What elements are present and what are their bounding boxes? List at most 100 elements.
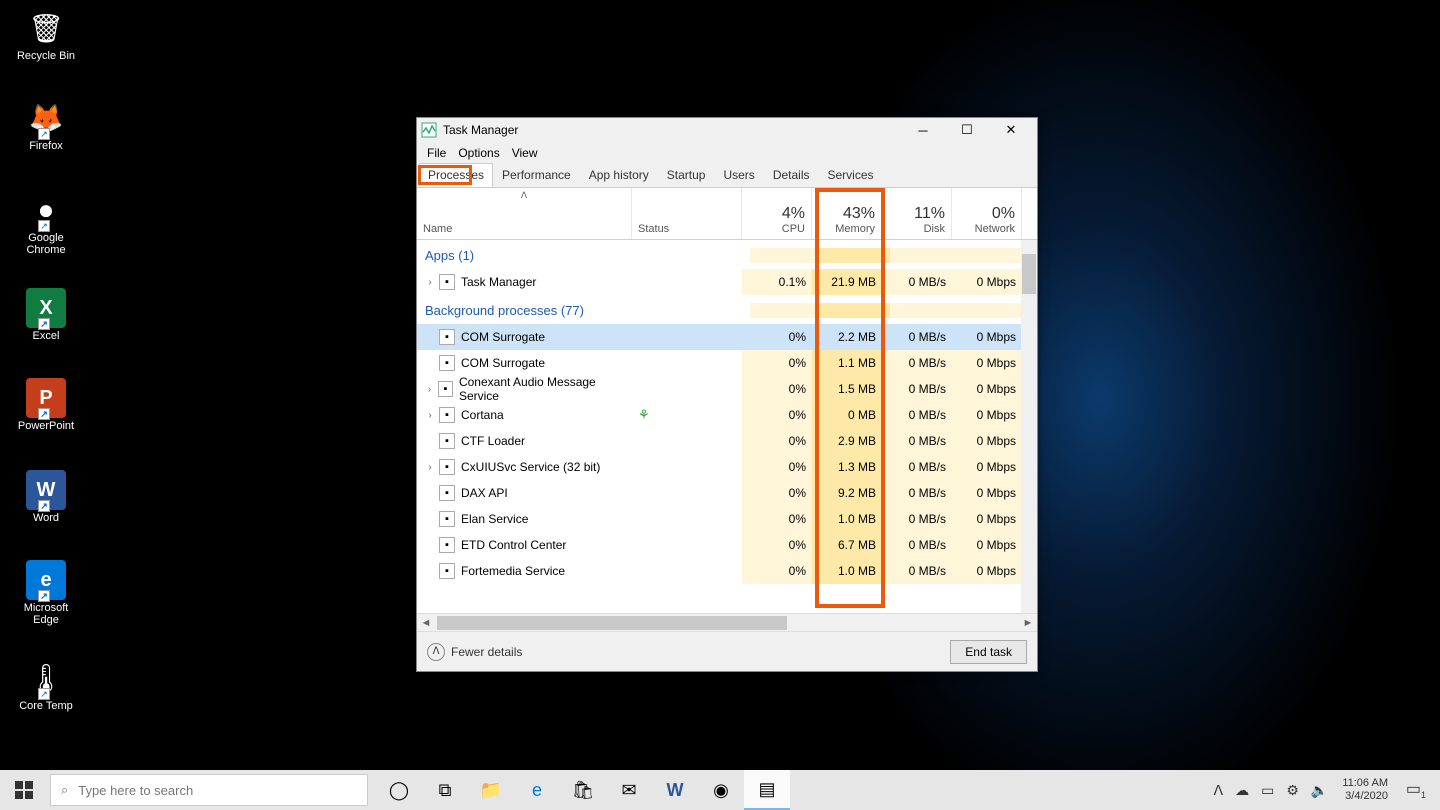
cpu-pct: 4% [782,205,805,223]
file-explorer-icon[interactable]: 📁 [468,770,514,810]
memory-cell: 1.0 MB [812,506,882,532]
vertical-scrollbar[interactable] [1021,240,1037,613]
cpu-cell: 0% [742,324,812,350]
net-pct: 0% [992,205,1015,223]
expand-icon[interactable]: › [423,410,437,421]
minimize-button[interactable]: ─ [901,119,945,141]
col-status[interactable]: Status [632,188,742,239]
volume-icon[interactable]: 🔈 [1305,782,1334,799]
desktop-icon-firefox[interactable]: 🦊↗Firefox [10,98,82,152]
fewer-details-button[interactable]: ᐱ Fewer details [427,643,522,661]
icon-label: Google Chrome [10,232,82,256]
col-name[interactable]: ᐱ Name [417,188,632,239]
process-row[interactable]: ▪COM Surrogate0%1.1 MB0 MB/s0 Mbps [417,350,1037,376]
battery-icon[interactable]: ▭ [1255,782,1280,799]
tab-processes[interactable]: Processes [419,163,493,187]
desktop-icon-word[interactable]: W↗Word [10,470,82,524]
desktop-icon-google-chrome[interactable]: ●↗Google Chrome [10,190,82,256]
process-row[interactable]: ›▪Conexant Audio Message Service0%1.5 MB… [417,376,1037,402]
disk-cell: 0 MB/s [882,350,952,376]
process-row[interactable]: ▪COM Surrogate0%2.2 MB0 MB/s0 Mbps [417,324,1037,350]
clock[interactable]: 11:06 AM 3/4/2020 [1334,777,1396,803]
desktop-icon-excel[interactable]: X↗Excel [10,288,82,342]
chrome-icon[interactable]: ◉ [698,770,744,810]
group-header: Background processes (77) [417,295,1037,324]
tray-chevron-icon[interactable]: ᐱ [1208,782,1230,799]
onedrive-icon[interactable]: ☁ [1229,782,1255,799]
process-row[interactable]: ›▪CxUIUSvc Service (32 bit)0%1.3 MB0 MB/… [417,454,1037,480]
menu-view[interactable]: View [506,144,544,162]
mem-pct: 43% [843,205,875,223]
status-cell [632,480,742,506]
process-row[interactable]: ▪Fortemedia Service0%1.0 MB0 MB/s0 Mbps [417,558,1037,584]
disk-cell: 0 MB/s [882,532,952,558]
status-cell [632,428,742,454]
memory-cell: 1.0 MB [812,558,882,584]
word-icon[interactable]: W [652,770,698,810]
cortana-icon[interactable]: ◯ [376,770,422,810]
desktop-icon-microsoft-edge[interactable]: e↗Microsoft Edge [10,560,82,626]
scroll-right-icon[interactable]: ► [1019,617,1037,629]
status-cell: ⚘ [632,402,742,428]
process-row[interactable]: ▪Elan Service0%1.0 MB0 MB/s0 Mbps [417,506,1037,532]
horizontal-scrollbar[interactable]: ◄ ► [417,613,1037,631]
menu-file[interactable]: File [421,144,452,162]
edge-icon[interactable]: e [514,770,560,810]
shortcut-arrow-icon: ↗ [38,688,50,700]
process-icon: ▪ [439,485,455,501]
process-name-cell: ▪Fortemedia Service [417,558,632,584]
desktop-icon-recycle-bin[interactable]: 🗑Recycle Bin [10,8,82,62]
task-manager-window: Task Manager ─ ☐ ✕ FileOptionsView Proce… [416,117,1038,672]
expand-icon[interactable]: › [423,384,436,395]
process-row[interactable]: ›▪Cortana⚘0%0 MB0 MB/s0 Mbps [417,402,1037,428]
tab-details[interactable]: Details [764,163,819,187]
taskbar-apps: ◯ ⧉ 📁 e 🛍 ✉ W ◉ ▤ [376,770,790,810]
search-box[interactable]: ⌕ Type here to search [50,774,368,806]
status-cell [632,376,742,402]
process-row[interactable]: ▪CTF Loader0%2.9 MB0 MB/s0 Mbps [417,428,1037,454]
tab-app-history[interactable]: App history [580,163,658,187]
cpu-cell: 0% [742,454,812,480]
maximize-button[interactable]: ☐ [945,119,989,141]
desktop-icon-core-temp[interactable]: 🌡↗Core Temp [10,658,82,712]
scroll-left-icon[interactable]: ◄ [417,617,435,629]
hscroll-thumb[interactable] [437,616,787,630]
process-row[interactable]: ▪DAX API0%9.2 MB0 MB/s0 Mbps [417,480,1037,506]
memory-cell: 1.1 MB [812,350,882,376]
network-cell: 0 Mbps [952,376,1022,402]
process-name: COM Surrogate [461,330,545,344]
disk-cell: 0 MB/s [882,558,952,584]
expand-icon[interactable]: › [423,277,437,288]
col-memory[interactable]: 43%Memory [812,188,882,239]
tab-startup[interactable]: Startup [658,163,715,187]
process-row[interactable]: ›▪Task Manager0.1%21.9 MB0 MB/s0 Mbps [417,269,1037,295]
icon-label: Core Temp [10,700,82,712]
shortcut-arrow-icon: ↗ [38,590,50,602]
action-center-icon[interactable]: ▭1 [1396,779,1436,800]
cpu-cell: 0% [742,558,812,584]
wifi-icon[interactable]: ⚙ [1280,782,1305,799]
col-disk[interactable]: 11%Disk [882,188,952,239]
col-network[interactable]: 0%Network [952,188,1022,239]
task-view-icon[interactable]: ⧉ [422,770,468,810]
end-task-button[interactable]: End task [950,640,1027,664]
cpu-cell: 0% [742,480,812,506]
close-button[interactable]: ✕ [989,119,1033,141]
start-button[interactable] [0,770,48,810]
app-icon: X↗ [26,288,66,328]
process-icon: ▪ [439,511,455,527]
tab-performance[interactable]: Performance [493,163,580,187]
process-row[interactable]: ▪ETD Control Center0%6.7 MB0 MB/s0 Mbps [417,532,1037,558]
titlebar[interactable]: Task Manager ─ ☐ ✕ [417,118,1037,142]
tab-users[interactable]: Users [714,163,763,187]
mail-icon[interactable]: ✉ [606,770,652,810]
tab-services[interactable]: Services [819,163,883,187]
scroll-thumb[interactable] [1022,254,1036,294]
task-manager-taskbar-icon[interactable]: ▤ [744,770,790,810]
col-cpu[interactable]: 4%CPU [742,188,812,239]
expand-icon[interactable]: › [423,462,437,473]
desktop-icon-powerpoint[interactable]: P↗PowerPoint [10,378,82,432]
status-cell [632,350,742,376]
store-icon[interactable]: 🛍 [560,770,606,810]
menu-options[interactable]: Options [452,144,505,162]
